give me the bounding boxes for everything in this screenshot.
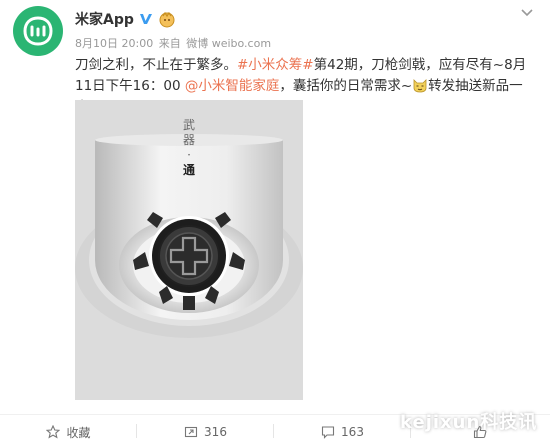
- caption-char-3: 通: [182, 163, 195, 177]
- comment-icon: [321, 426, 335, 439]
- mention-link[interactable]: @小米智能家庭: [185, 78, 280, 94]
- chevron-down-icon[interactable]: [520, 8, 534, 18]
- comment-button[interactable]: 1⁠63: [274, 418, 411, 446]
- star-icon: [46, 425, 61, 439]
- favorite-button[interactable]: 收藏: [0, 418, 137, 446]
- repost-button[interactable]: 316: [137, 418, 274, 446]
- post-time[interactable]: 8月10日 20:00: [75, 37, 153, 50]
- caption-dot: ·: [187, 148, 191, 162]
- verified-v-icon[interactable]: [138, 11, 154, 27]
- vertical-caption: 武 器 · 通: [182, 118, 196, 178]
- source-prefix: 来自: [158, 37, 181, 50]
- caption-char-1: 武: [182, 118, 195, 132]
- post-image[interactable]: 武 器 · 通: [75, 100, 303, 400]
- mijia-logo-icon: [23, 16, 53, 46]
- post-source[interactable]: 微博 weibo.com: [186, 37, 271, 50]
- hashtag-link[interactable]: #小米众筹#: [237, 57, 314, 73]
- favorite-label: 收藏: [66, 425, 91, 440]
- avatar[interactable]: [13, 6, 63, 56]
- username[interactable]: 米家App: [75, 9, 134, 29]
- watermark-logo: kejixun科技讯: [400, 412, 538, 433]
- cat-face-emoji-icon: [413, 79, 427, 93]
- caption-char-2: 器: [182, 133, 195, 147]
- member-badge-icon[interactable]: [158, 10, 176, 28]
- repost-count: 316: [204, 425, 227, 439]
- repost-icon: [184, 426, 198, 438]
- post-text-part1: 刀剑之利，不止在于繁多。: [75, 57, 237, 73]
- post-text-part3: ，囊括你的日常需求~: [279, 78, 413, 94]
- post-meta: 8月10日 20:00 来自 微博 weibo.com: [75, 35, 273, 51]
- comment-count: 1⁠63: [341, 425, 364, 439]
